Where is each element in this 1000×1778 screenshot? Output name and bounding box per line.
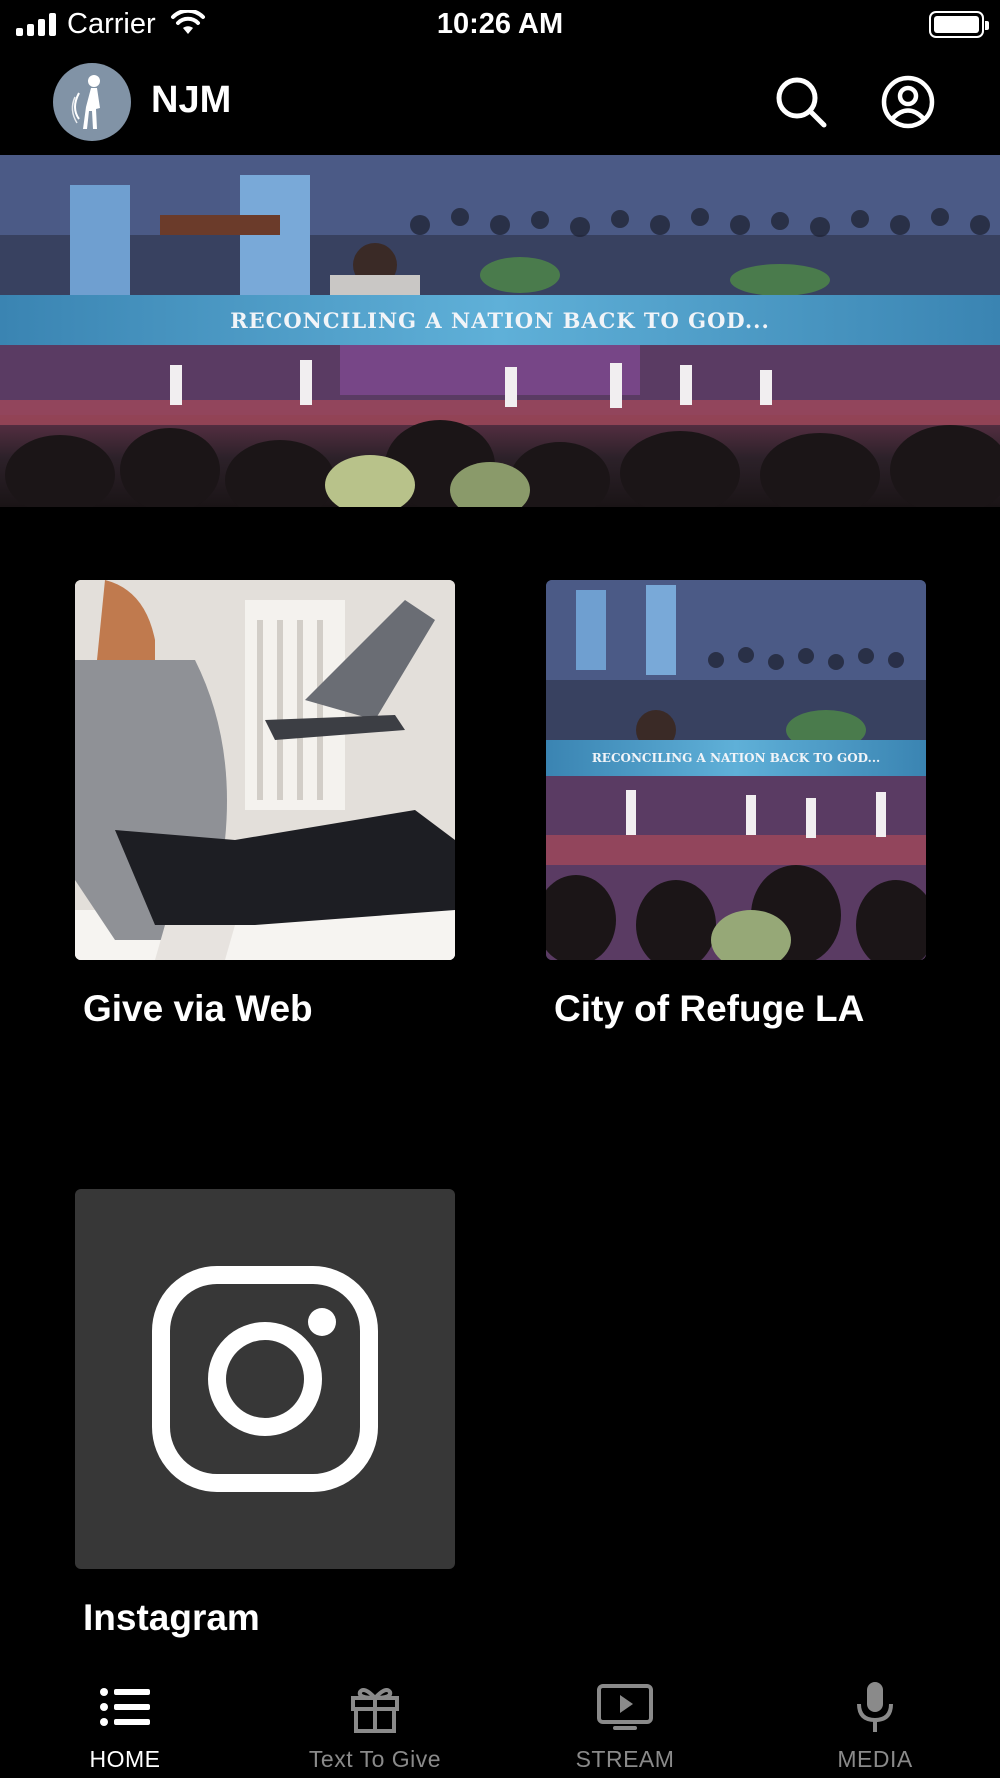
tab-stream-label: STREAM — [575, 1746, 675, 1772]
search-icon — [776, 77, 827, 128]
instagram-icon — [152, 1266, 378, 1492]
tile-instagram[interactable]: Instagram — [75, 1189, 455, 1639]
gift-icon — [351, 1688, 399, 1733]
banner-stage-photo — [0, 345, 1000, 507]
instagram-label: Instagram — [83, 1597, 260, 1638]
banner-caption: RECONCILING A NATION BACK TO GOD... — [230, 307, 770, 333]
tab-text-to-give-label: Text To Give — [308, 1746, 442, 1772]
tab-media[interactable]: MEDIA — [750, 1668, 1000, 1778]
search-button[interactable] — [772, 73, 830, 131]
give-via-web-image — [75, 580, 455, 960]
account-circle-icon — [881, 75, 935, 129]
status-time: 10:26 AM — [436, 8, 564, 40]
banner-caption-strip: RECONCILING A NATION BACK TO GOD... — [0, 295, 1000, 345]
hero-banner[interactable]: RECONCILING A NATION BACK TO GOD... — [0, 155, 1000, 507]
tile-give-via-web[interactable]: Give via Web — [75, 580, 455, 1030]
tab-stream[interactable]: STREAM — [500, 1668, 750, 1778]
njm-logo[interactable] — [53, 63, 131, 141]
city-of-refuge-image: RECONCILING A NATION BACK TO GOD... — [546, 580, 926, 960]
tile-city-of-refuge-la[interactable]: RECONCILING A NATION BACK TO GOD... City… — [546, 580, 926, 1030]
status-bar: Carrier 10:26 AM — [0, 0, 1000, 50]
tv-play-icon — [597, 1684, 653, 1730]
refuge-caption: RECONCILING A NATION BACK TO GOD... — [591, 751, 881, 765]
list-icon — [100, 1688, 150, 1726]
instagram-tile-image — [75, 1189, 455, 1569]
tab-text-to-give[interactable]: Text To Give — [250, 1668, 500, 1778]
city-of-refuge-la-label: City of Refuge LA — [554, 988, 865, 1029]
account-button[interactable] — [879, 73, 937, 131]
give-via-web-label: Give via Web — [83, 988, 313, 1029]
app-title: NJM — [151, 79, 232, 121]
refuge-caption-strip: RECONCILING A NATION BACK TO GOD... — [546, 740, 926, 776]
microphone-icon — [857, 1682, 893, 1732]
battery-icon — [929, 11, 989, 38]
bottom-tab-bar: HOME Text To Give STREAM MEDIA — [0, 1668, 1000, 1778]
tab-media-label: MEDIA — [837, 1746, 913, 1772]
tab-home[interactable]: HOME — [0, 1668, 250, 1778]
app-header: NJM — [0, 55, 1000, 153]
tab-home-label: HOME — [89, 1746, 161, 1772]
